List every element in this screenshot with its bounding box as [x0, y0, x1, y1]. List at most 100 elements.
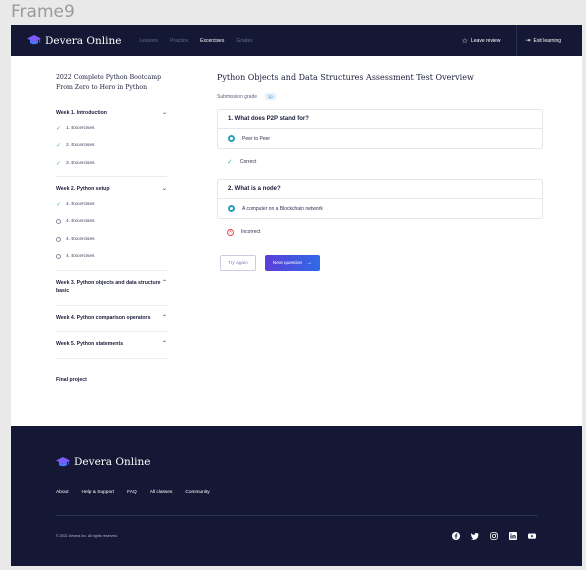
footer-brand-logo[interactable]: Devera Online — [56, 456, 150, 468]
graduation-cap-icon — [27, 35, 41, 45]
check-icon: ✓ — [55, 143, 62, 150]
lesson-label: 2. Excercises — [66, 143, 95, 149]
try-again-button[interactable]: Try again — [220, 255, 256, 271]
week-title: Week 4. Python comparison operators — [56, 314, 151, 321]
week-1-header[interactable]: Week 1. Introduction ⌄ — [56, 109, 167, 118]
exit-learning-button[interactable]: ⇥ Exit learning — [516, 25, 582, 56]
lesson-label: 4. Excercises — [66, 236, 95, 242]
social-links — [442, 531, 537, 541]
page-title: Python Objects and Data Structures Asses… — [217, 73, 474, 82]
footer-link-help[interactable]: Help & Support — [82, 490, 115, 495]
top-header: Devera Online Lessons Practice Excercise… — [11, 25, 582, 56]
lesson-item[interactable]: ✓ 2. Excercises — [56, 137, 167, 155]
linkedin-icon[interactable] — [508, 531, 518, 541]
check-icon: ✓ — [227, 159, 233, 166]
lesson-item[interactable]: ✓ 1. Excercises — [56, 120, 167, 138]
answer-option[interactable]: Peer to Peer — [218, 129, 542, 148]
course-sidebar: 2022 Complete Python Bootcamp From Zero … — [56, 73, 167, 383]
week-3: Week 3. Python objects and data structur… — [56, 271, 167, 306]
footer-link-community[interactable]: Community — [185, 490, 209, 495]
circle-icon — [56, 254, 61, 260]
week-title: Week 5. Python statements — [56, 341, 124, 347]
twitter-icon[interactable] — [470, 531, 480, 541]
frame-label: Frame9 — [11, 2, 75, 22]
action-buttons: Try again Next question → — [220, 255, 543, 271]
week-2: Week 2. Python setup ⌄ ✓ 4. Excercises 4… — [56, 177, 167, 271]
week-3-header[interactable]: Week 3. Python objects and data structur… — [56, 279, 167, 296]
week-title: Week 3. Python objects and data structur… — [56, 279, 161, 295]
circle-icon — [56, 219, 61, 225]
circle-icon — [56, 236, 61, 242]
check-icon: ✓ — [55, 160, 62, 167]
radio-selected-icon — [228, 135, 235, 142]
lesson-label: 4. Excercises — [66, 254, 95, 260]
youtube-icon[interactable] — [527, 531, 537, 541]
question-text: 2. What is a node? — [218, 180, 542, 199]
question-card-2: 2. What is a node? A computer on a Block… — [217, 179, 543, 219]
next-question-label: Next question — [272, 260, 303, 266]
footer-link-faq[interactable]: FAQ — [127, 490, 137, 495]
chevron-down-icon: ⌄ — [161, 186, 167, 192]
star-icon: ☆ — [461, 37, 468, 45]
lesson-label: 1. Excercises — [66, 125, 95, 131]
submission-grade-label: Submission grade — [217, 93, 258, 100]
grade-badge: 1p — [265, 93, 276, 100]
lesson-item[interactable]: ✓ 4. Excercises — [56, 196, 167, 214]
feedback-label: Correct — [239, 159, 257, 165]
chevron-up-icon: ⌃ — [161, 314, 167, 321]
week-1: Week 1. Introduction ⌄ ✓ 1. Excercises ✓… — [56, 109, 167, 177]
footer-link-about[interactable]: About — [56, 490, 69, 495]
course-title: 2022 Complete Python Bootcamp From Zero … — [56, 74, 162, 91]
nav-grades[interactable]: Grades — [236, 38, 252, 44]
error-x-icon: ✕ — [227, 228, 234, 236]
footer-brand-name: Devera Online — [74, 456, 151, 468]
lesson-item[interactable]: 4. Excercises — [56, 213, 167, 231]
assessment-overview: Python Objects and Data Structures Asses… — [217, 73, 543, 271]
lesson-item[interactable]: ✓ 3. Excercises — [56, 155, 167, 173]
leave-review-button[interactable]: ☆ Leave review — [462, 37, 501, 45]
exit-learning-label: Exit learning — [533, 37, 561, 44]
submission-grade-row: Submission grade 1p — [217, 93, 543, 100]
question-card-1: 1. What does P2P stand for? Peer to Peer — [217, 109, 543, 149]
chevron-up-icon: ⌃ — [161, 341, 167, 347]
leave-review-label: Leave review — [470, 37, 501, 44]
lesson-item[interactable]: 4. Excercises — [56, 231, 167, 249]
lesson-label: 3. Excercises — [66, 160, 95, 166]
chevron-up-icon: ⌃ — [161, 279, 167, 286]
nav-practice[interactable]: Practice — [170, 38, 188, 44]
week-title: Week 2. Python setup — [56, 186, 110, 192]
footer-links: About Help & Support FAQ All classes Com… — [56, 490, 223, 495]
radio-selected-icon — [228, 205, 235, 212]
main-nav: Lessons Practice Excercises Grades — [139, 38, 264, 44]
footer: Devera Online About Help & Support FAQ A… — [11, 426, 582, 566]
header-actions: ☆ Leave review ⇥ Exit learning — [462, 25, 582, 56]
lesson-item[interactable]: 4. Excercises — [56, 248, 167, 266]
footer-divider — [56, 515, 538, 516]
week-4-header[interactable]: Week 4. Python comparison operators ⌃ — [56, 314, 167, 323]
app-frame: Devera Online Lessons Practice Excercise… — [11, 25, 582, 566]
chevron-down-icon: ⌄ — [161, 110, 167, 116]
check-icon: ✓ — [55, 201, 62, 208]
feedback-correct: ✓ Correct — [217, 149, 543, 175]
answer-label: Peer to Peer — [242, 135, 271, 142]
week-5: Week 5. Python statements ⌃ — [56, 332, 167, 359]
answer-option[interactable]: A computer on a Blockchain network — [218, 199, 542, 218]
instagram-icon[interactable] — [489, 531, 499, 541]
brand-logo[interactable]: Devera Online — [27, 35, 121, 47]
week-5-header[interactable]: Week 5. Python statements ⌃ — [56, 340, 167, 349]
answer-label: A computer on a Blockchain network — [242, 205, 323, 212]
week-title: Week 1. Introduction — [56, 110, 107, 116]
nav-lessons[interactable]: Lessons — [139, 38, 158, 44]
next-question-button[interactable]: Next question → — [264, 255, 321, 271]
lesson-label: 4. Excercises — [66, 201, 95, 207]
facebook-icon[interactable] — [451, 531, 461, 541]
nav-excercises[interactable]: Excercises — [200, 38, 224, 44]
graduation-cap-icon — [56, 456, 70, 466]
footer-link-classes[interactable]: All classes — [150, 490, 173, 495]
arrow-right-icon: → — [306, 260, 313, 266]
check-icon: ✓ — [55, 125, 62, 132]
final-project-link[interactable]: Final project — [56, 377, 167, 383]
copyright: © 2021 Devera Inc. All rights reserved. — [56, 534, 118, 538]
week-4: Week 4. Python comparison operators ⌃ — [56, 306, 167, 332]
week-2-header[interactable]: Week 2. Python setup ⌄ — [56, 185, 167, 194]
